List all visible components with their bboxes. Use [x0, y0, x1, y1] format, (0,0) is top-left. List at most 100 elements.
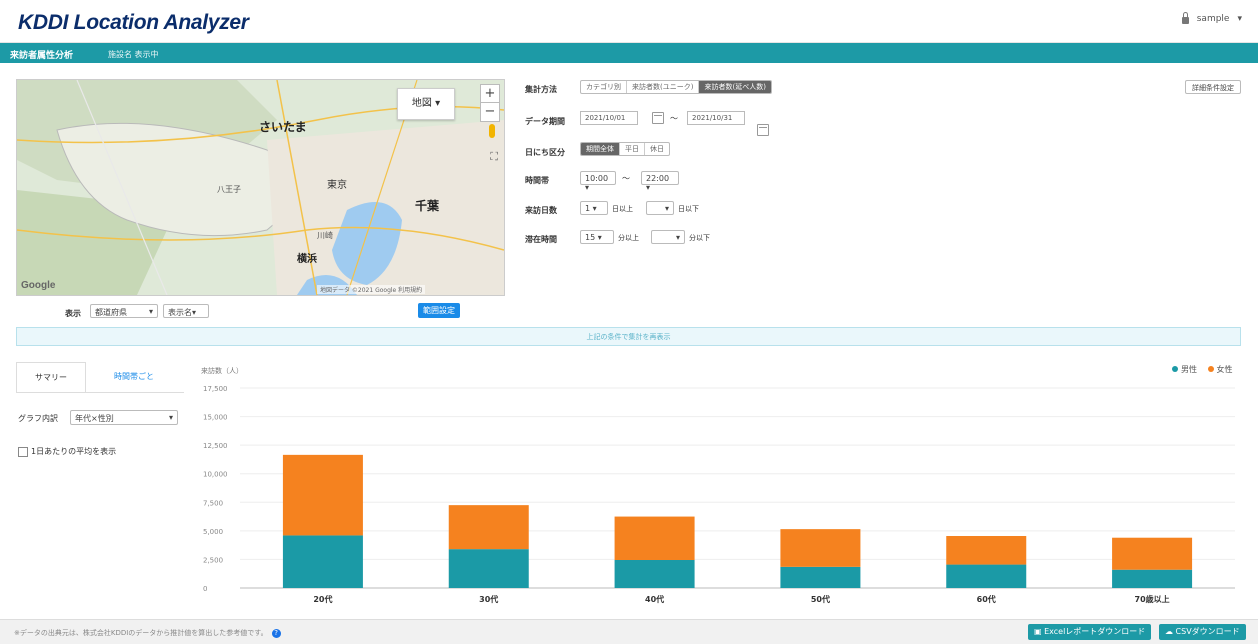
legend-item-male: 男性 — [1172, 365, 1197, 374]
sub-header: 来訪者属性分析 施設名 表示中 — [0, 43, 1258, 63]
stay-time-label: 滞在時間 — [525, 235, 557, 244]
range-tilde: 〜 — [622, 174, 630, 183]
user-menu[interactable]: sample ▾ — [1181, 12, 1242, 24]
stay-end-text: 分以下 — [689, 234, 710, 242]
map-label: さいたま — [259, 120, 307, 134]
x-tick-label: 40代 — [645, 594, 664, 604]
legend-item-female: 女性 — [1207, 365, 1233, 374]
x-tick-label: 70歳以上 — [1135, 594, 1170, 604]
visit-end-text: 日以下 — [678, 205, 699, 213]
visit-mid-text: 日以上 — [612, 205, 633, 213]
bar-male — [780, 566, 861, 588]
visit-to-select[interactable]: ▾ — [646, 201, 674, 215]
method-label: 集計方法 — [525, 85, 557, 94]
display-name-select[interactable]: 表示名▾ — [163, 304, 209, 318]
cloud-download-icon: ☁ — [1165, 627, 1176, 636]
help-icon[interactable]: ? — [271, 628, 281, 638]
day-option[interactable]: 平日 — [620, 143, 645, 155]
calendar-icon[interactable] — [652, 112, 664, 124]
method-toggle[interactable]: カテゴリ別 来訪者数(ユニーク) 来訪者数(延べ人数) — [580, 80, 772, 94]
excel-report-download-button[interactable]: ▣ Excelレポートダウンロード — [1028, 624, 1152, 640]
top-header: KDDI Location Analyzer sample ▾ — [0, 0, 1258, 43]
x-tick-label: 50代 — [811, 594, 830, 604]
map-view[interactable]: さいたま 千葉 横浜 東京 八王子 川崎 地図 ▾ + − ⛶ Google 地… — [16, 79, 505, 296]
stay-from-select[interactable]: 15 ▾ — [580, 230, 614, 244]
chevron-down-icon: ▾ — [1237, 14, 1242, 24]
x-tick-label: 20代 — [313, 594, 332, 604]
y-tick-label: 2,500 — [203, 556, 223, 564]
method-option[interactable]: 来訪者数(延べ人数) — [699, 81, 771, 93]
breakdown-select[interactable]: 年代×性別 ▾ — [70, 410, 178, 425]
map-label: 八王子 — [217, 185, 241, 194]
range-set-button[interactable]: 範囲設定 — [418, 303, 460, 318]
day-toggle[interactable]: 期間全体 平日 休日 — [580, 142, 670, 156]
range-tilde: 〜 — [670, 114, 678, 123]
day-label: 日にち区分 — [525, 148, 565, 157]
tab-summary[interactable]: サマリー — [16, 362, 86, 393]
calendar-icon[interactable] — [757, 124, 769, 136]
footer-note: ※データの出典元は、株式会社KDDIのデータから推計値を算出した参考値です。 — [14, 629, 268, 637]
google-logo: Google — [21, 280, 56, 291]
bar-female — [780, 529, 861, 567]
average-checkbox-row[interactable]: 1日あたりの平均を表示 — [18, 446, 116, 457]
map-label: 東京 — [327, 180, 347, 191]
day-option[interactable]: 休日 — [645, 143, 669, 155]
y-tick-label: 17,500 — [203, 385, 228, 393]
method-option[interactable]: 来訪者数(ユニーク) — [627, 81, 700, 93]
map-footer: 地図データ ©2021 Google 利用規約 — [317, 285, 426, 294]
y-tick-label: 15,000 — [203, 414, 228, 422]
page-subtitle: 施設名 表示中 — [108, 50, 159, 59]
stay-to-select[interactable]: ▾ — [651, 230, 685, 244]
y-tick-label: 5,000 — [203, 528, 223, 536]
map-label: 千葉 — [415, 199, 440, 213]
report-icon: ▣ — [1034, 627, 1045, 636]
map-label: 川崎 — [317, 231, 333, 240]
x-tick-label: 30代 — [479, 594, 498, 604]
bar-female — [448, 505, 529, 550]
bar-male — [946, 564, 1027, 588]
breakdown-label: グラフ内訳 — [18, 414, 58, 423]
y-tick-label: 7,500 — [203, 499, 223, 507]
chart-legend[interactable]: 男性 女性 — [1172, 364, 1233, 375]
day-option[interactable]: 期間全体 — [581, 143, 620, 155]
user-name: sample — [1196, 14, 1230, 24]
date-to-input[interactable]: 2021/10/31 — [687, 111, 745, 125]
zoom-out-button[interactable]: − — [480, 102, 500, 122]
time-from-select[interactable]: 10:00 ▾ — [580, 171, 616, 192]
street-view-icon[interactable] — [489, 124, 495, 138]
bar-female — [282, 454, 363, 536]
time-label: 時間帯 — [525, 176, 549, 185]
detail-settings-button[interactable]: 詳細条件設定 — [1185, 80, 1241, 94]
x-tick-label: 60代 — [977, 594, 996, 604]
y-tick-label: 12,500 — [203, 442, 228, 450]
tab-time[interactable]: 時間帯ごと — [96, 362, 172, 392]
fullscreen-icon[interactable]: ⛶ — [490, 150, 498, 164]
stacked-bar-chart: 0 2,500 5,000 7,500 10,000 12,500 15,000 17,500… — [203, 385, 1235, 604]
y-tick-label: 0 — [203, 585, 207, 593]
footer-note-row: ※データの出典元は、株式会社KDDIのデータから推計値を算出した参考値です。 ? — [14, 628, 281, 638]
period-label: データ期間 — [525, 117, 565, 126]
map-type-select[interactable]: 地図 ▾ — [397, 88, 455, 120]
time-to-select[interactable]: 22:00 ▾ — [641, 171, 679, 192]
date-from-input[interactable]: 2021/10/01 — [580, 111, 638, 125]
csv-download-button[interactable]: ☁ CSVダウンロード — [1159, 624, 1246, 640]
bar-male — [282, 535, 363, 588]
bar-female — [614, 516, 695, 560]
bar-female — [1112, 537, 1193, 570]
visit-days-label: 来訪日数 — [525, 206, 557, 215]
user-icon — [1181, 12, 1189, 24]
zoom-in-button[interactable]: + — [480, 84, 500, 104]
stay-mid-text: 分以上 — [618, 234, 639, 242]
bar-male — [614, 560, 695, 588]
display-label: 表示 — [65, 309, 81, 318]
visit-from-select[interactable]: 1 ▾ — [580, 201, 608, 215]
bar-male — [448, 549, 529, 588]
prefecture-select[interactable]: 都道府県 ▾ — [90, 304, 158, 318]
recalculate-bar[interactable]: 上記の条件で集計を再表示 — [16, 327, 1241, 346]
average-checkbox[interactable] — [18, 446, 28, 457]
y-tick-label: 10,000 — [203, 471, 228, 479]
method-option[interactable]: カテゴリ別 — [581, 81, 627, 93]
average-checkbox-label: 1日あたりの平均を表示 — [31, 447, 117, 456]
app-logo: KDDI Location Analyzer — [18, 11, 249, 34]
bar-male — [1112, 569, 1193, 588]
